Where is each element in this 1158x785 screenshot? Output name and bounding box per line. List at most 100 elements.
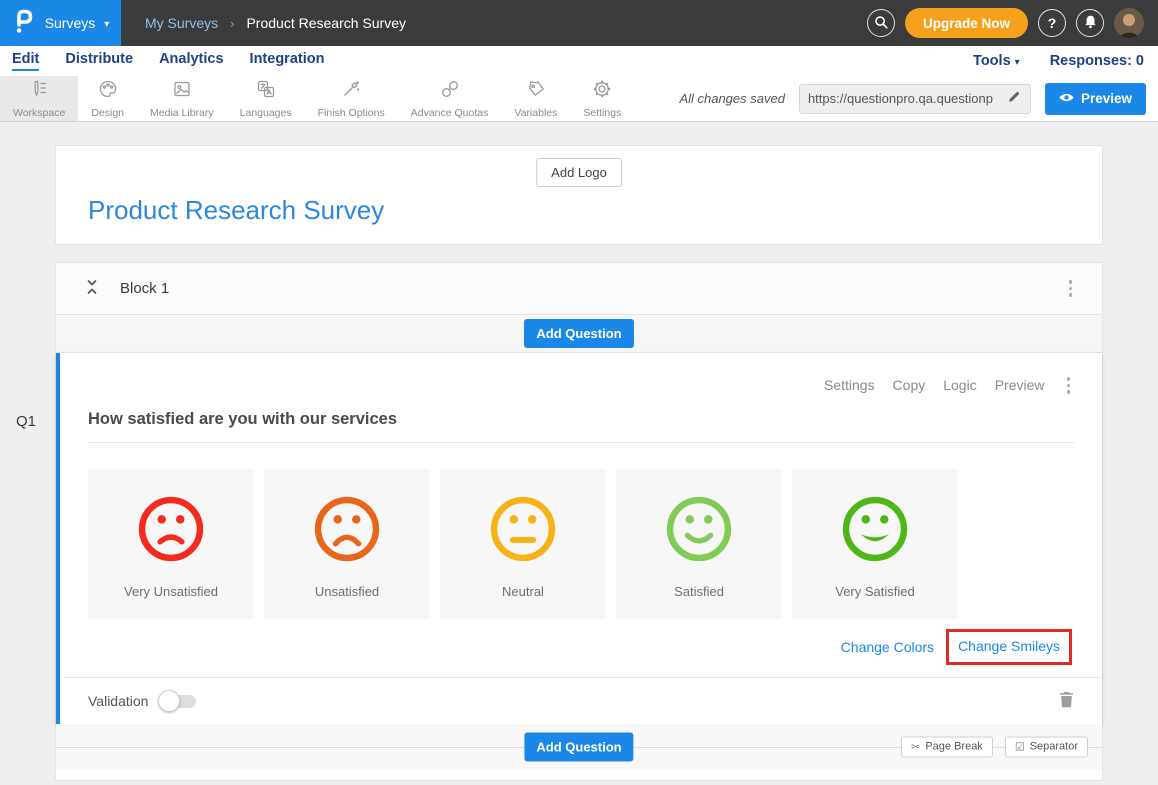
help-button[interactable]: ? — [1038, 9, 1066, 37]
survey-url-box — [799, 84, 1031, 114]
question-text[interactable]: How satisfied are you with our services — [88, 410, 1074, 429]
tab-analytics[interactable]: Analytics — [159, 51, 223, 71]
separator-button[interactable]: ☑ Separator — [1005, 736, 1088, 757]
option-label: Neutral — [502, 584, 544, 599]
toolbar-label: Advance Quotas — [411, 107, 489, 119]
bell-icon — [1083, 14, 1098, 33]
option-label: Unsatisfied — [315, 584, 379, 599]
question-logic-link[interactable]: Logic — [943, 377, 976, 393]
add-question-bar-top: Add Question — [56, 315, 1102, 353]
tools-label: Tools — [973, 53, 1011, 69]
workspace-icon — [29, 79, 49, 104]
question-divider — [88, 442, 1074, 443]
chain-link-icon — [440, 79, 460, 104]
survey-title[interactable]: Product Research Survey — [88, 195, 384, 226]
section-nav: Edit Distribute Analytics Integration To… — [0, 46, 1158, 76]
tools-dropdown[interactable]: Tools ▾ — [973, 53, 1020, 69]
search-icon — [873, 14, 889, 33]
toolbar-item-finish-options[interactable]: Finish Options — [305, 76, 398, 121]
option-unsatisfied[interactable]: Unsatisfied — [264, 469, 430, 619]
block-footer: Add Question ✂ Page Break ☑ Separator — [56, 724, 1102, 770]
breadcrumb-current-survey: Product Research Survey — [246, 15, 406, 31]
toolbar-label: Workspace — [13, 107, 65, 119]
delete-question-button[interactable] — [1059, 691, 1074, 711]
search-button[interactable] — [867, 9, 895, 37]
change-smileys-link[interactable]: Change Smileys — [958, 638, 1060, 654]
eye-icon — [1059, 91, 1074, 106]
page-break-button[interactable]: ✂ Page Break — [901, 736, 993, 757]
surveys-app-menu[interactable]: Surveys ▾ — [0, 0, 121, 46]
footer-right-buttons: ✂ Page Break ☑ Separator — [901, 736, 1088, 757]
question-preview-link[interactable]: Preview — [995, 377, 1045, 393]
tab-edit[interactable]: Edit — [12, 51, 39, 71]
smiley-big-smile-icon — [839, 493, 911, 565]
notifications-button[interactable] — [1076, 9, 1104, 37]
palette-icon — [98, 79, 118, 104]
preview-button[interactable]: Preview — [1045, 83, 1146, 115]
question-actions: Settings Copy Logic Preview — [88, 373, 1074, 398]
translate-icon — [256, 79, 276, 104]
option-label: Very Satisfied — [835, 584, 915, 599]
smiley-options: Very Unsatisfied Unsatisfied — [88, 469, 1074, 619]
app-menu-label: Surveys — [45, 15, 96, 31]
question-menu-kebab-icon[interactable] — [1063, 373, 1075, 398]
toolbar-label: Variables — [514, 107, 557, 119]
collapse-block-button[interactable] — [84, 279, 100, 298]
nav-right: Tools ▾ Responses: 0 — [973, 53, 1144, 69]
smiley-links-row: Change Colors Change Smileys — [88, 629, 1074, 665]
tab-distribute[interactable]: Distribute — [65, 51, 133, 71]
add-logo-button[interactable]: Add Logo — [536, 158, 622, 187]
option-very-unsatisfied[interactable]: Very Unsatisfied — [88, 469, 254, 619]
add-question-button-top[interactable]: Add Question — [524, 319, 633, 348]
block-title: Block 1 — [120, 280, 169, 297]
option-label: Satisfied — [674, 584, 724, 599]
toolbar-right: All changes saved Preview — [679, 76, 1158, 121]
upgrade-now-button[interactable]: Upgrade Now — [905, 8, 1028, 38]
topbar: Surveys ▾ My Surveys › Product Research … — [0, 0, 1158, 46]
page-break-label: Page Break — [925, 741, 982, 753]
toolbar-item-media-library[interactable]: Media Library — [137, 76, 227, 121]
responses-count: Responses: 0 — [1050, 53, 1144, 69]
change-colors-link[interactable]: Change Colors — [841, 639, 934, 655]
image-icon — [172, 79, 192, 104]
option-satisfied[interactable]: Satisfied — [616, 469, 782, 619]
block-menu-kebab-icon[interactable] — [1065, 276, 1077, 301]
toolbar-item-workspace[interactable]: Workspace — [0, 76, 78, 121]
block-header: Block 1 — [56, 263, 1102, 315]
smiley-neutral-icon — [487, 493, 559, 565]
toolbar-label: Media Library — [150, 107, 214, 119]
add-question-button-bottom[interactable]: Add Question — [524, 732, 633, 761]
breadcrumb: My Surveys › Product Research Survey — [145, 15, 406, 31]
topbar-actions: Upgrade Now ? — [867, 8, 1158, 38]
breadcrumb-my-surveys[interactable]: My Surveys — [145, 15, 218, 31]
magic-wand-icon — [341, 79, 361, 104]
survey-url-input[interactable] — [808, 91, 1002, 106]
question-id: Q1 — [16, 413, 36, 430]
smiley-frown-icon — [135, 493, 207, 565]
tab-integration[interactable]: Integration — [250, 51, 325, 71]
validation-row: Validation — [64, 677, 1102, 724]
collapse-icon — [84, 279, 100, 298]
edit-pencil-icon[interactable] — [1008, 89, 1022, 108]
toolbar-item-settings[interactable]: Settings — [570, 76, 634, 121]
smiley-smile-icon — [663, 493, 735, 565]
option-very-satisfied[interactable]: Very Satisfied — [792, 469, 958, 619]
validation-toggle[interactable] — [158, 690, 200, 712]
toolbar-item-design[interactable]: Design — [78, 76, 137, 121]
help-icon: ? — [1048, 15, 1057, 31]
question-settings-link[interactable]: Settings — [824, 377, 875, 393]
toolbar-label: Settings — [583, 107, 621, 119]
smiley-frown-deep-icon — [311, 493, 383, 565]
workspace-canvas: Add Logo Product Research Survey Block 1… — [0, 122, 1158, 781]
toolbar-item-advance-quotas[interactable]: Advance Quotas — [398, 76, 502, 121]
toolbar-item-languages[interactable]: Languages — [227, 76, 305, 121]
nav-tabs: Edit Distribute Analytics Integration — [12, 51, 324, 71]
toolbar-label: Design — [91, 107, 124, 119]
avatar[interactable] — [1114, 8, 1144, 38]
toolbar-label: Languages — [240, 107, 292, 119]
toolbar-item-variables[interactable]: Variables — [501, 76, 570, 121]
question-copy-link[interactable]: Copy — [893, 377, 926, 393]
option-neutral[interactable]: Neutral — [440, 469, 606, 619]
checkbox-checked-icon: ☑ — [1015, 740, 1025, 753]
chevron-down-icon: ▾ — [1015, 57, 1020, 68]
